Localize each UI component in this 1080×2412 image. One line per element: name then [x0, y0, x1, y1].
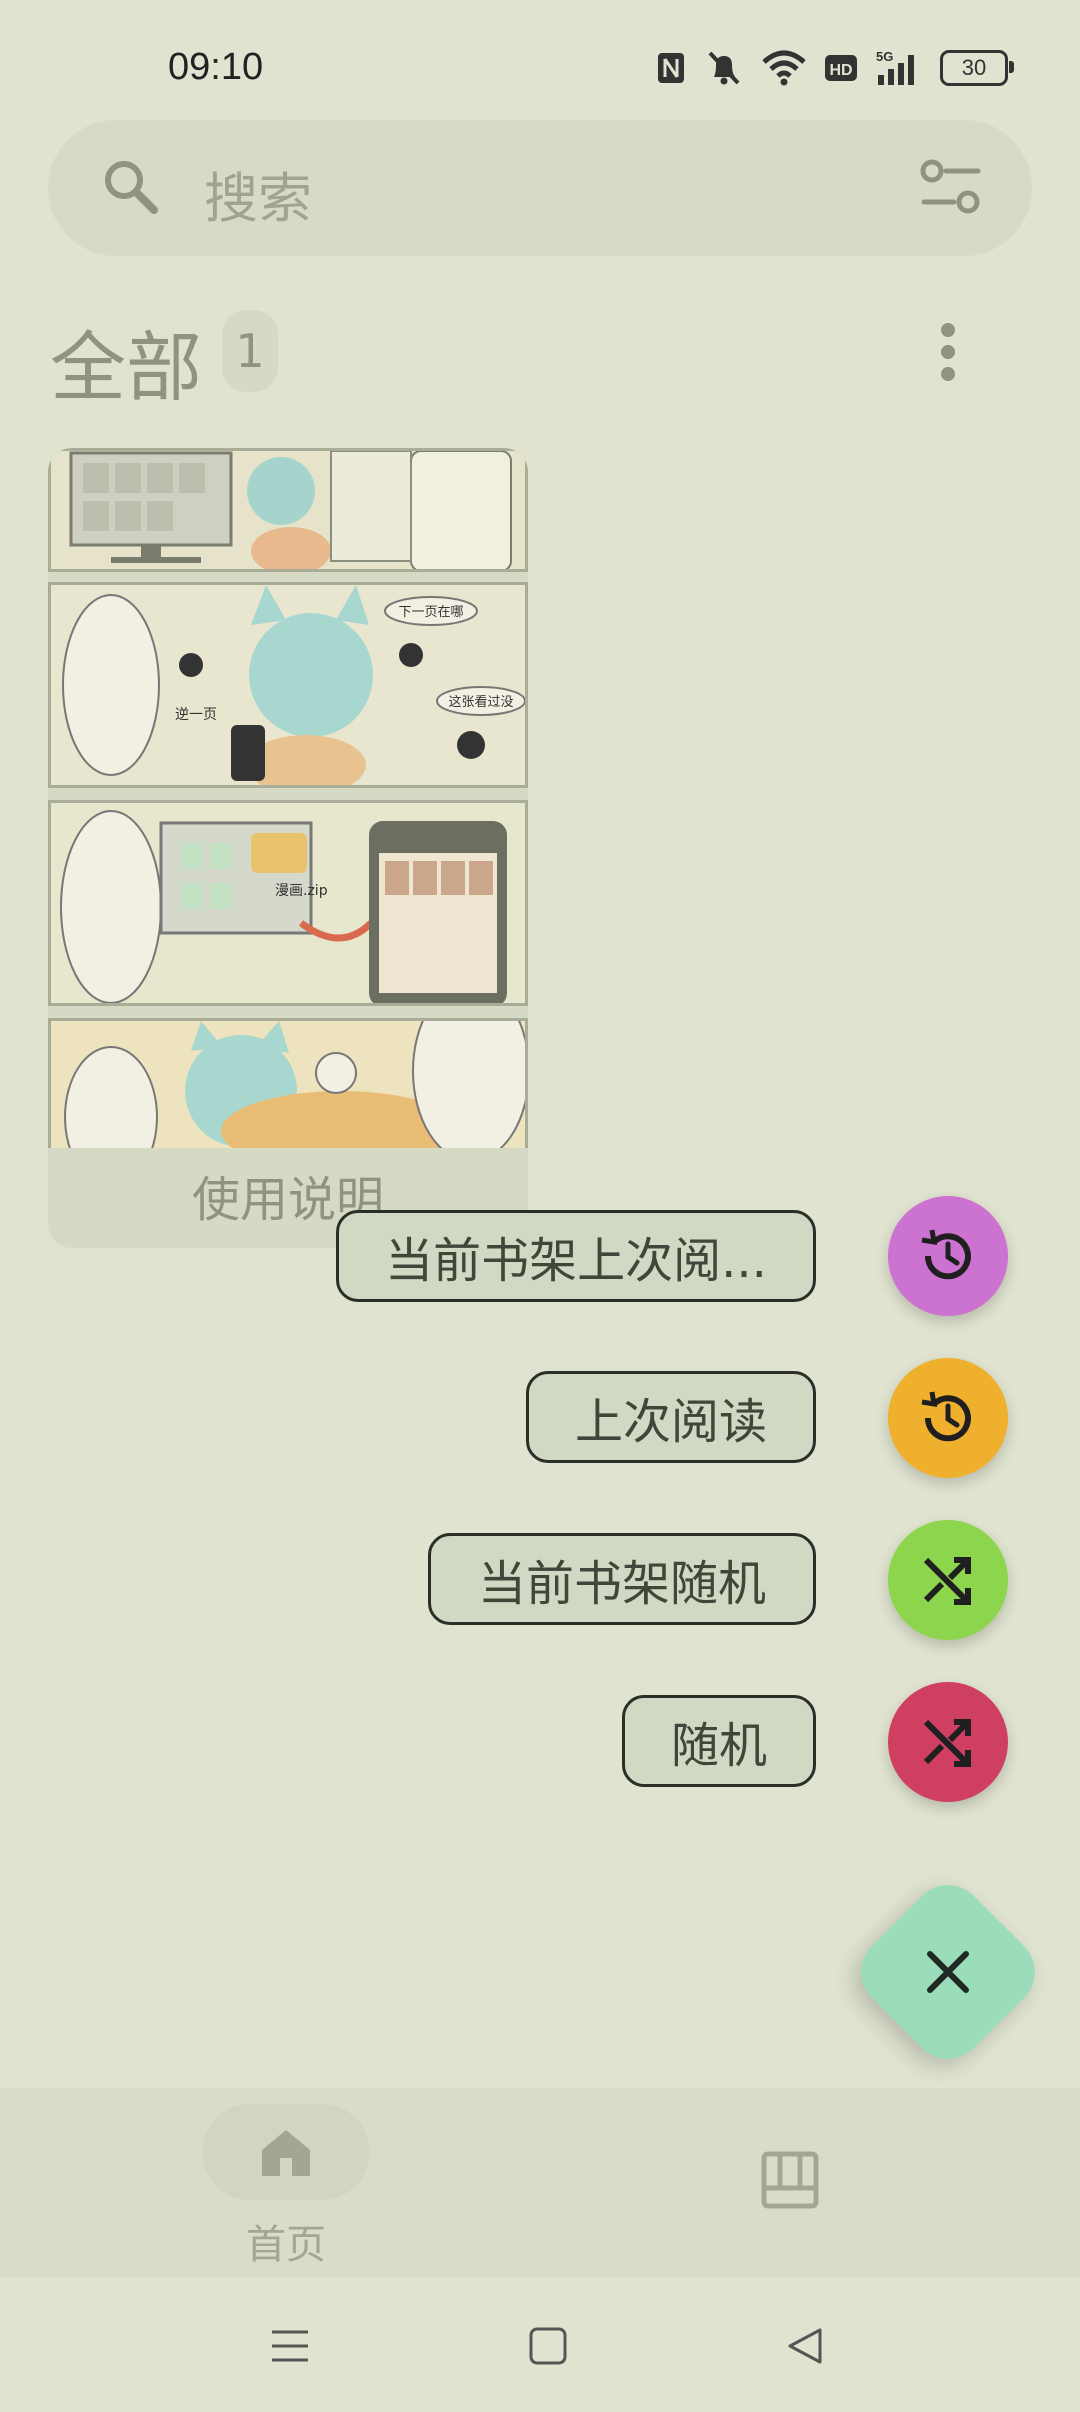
search-icon [105, 161, 158, 214]
fab-label-shelf-random[interactable]: 当前书架随机 [428, 1533, 816, 1625]
menu-icon[interactable] [270, 2326, 310, 2366]
wifi-icon [762, 50, 806, 86]
battery-indicator: 30 [940, 50, 1014, 86]
svg-text:5G: 5G [876, 49, 893, 64]
fab-close-area[interactable] [876, 1900, 1020, 2044]
signal-5g-icon: 5G [876, 49, 914, 85]
history-icon [921, 1391, 971, 1442]
cover-bubble-1: 下一页在哪 [398, 605, 463, 620]
cover-panel-4 [48, 1018, 528, 1148]
search-input[interactable]: 搜索 [204, 154, 312, 233]
bookshelf-icon[interactable] [760, 2150, 820, 2210]
nav-home-button[interactable] [202, 2104, 370, 2200]
home-icon [262, 2130, 310, 2176]
cover-file-text: 漫画.zip [275, 883, 328, 899]
shuffle-icon [923, 1719, 971, 1767]
fab-label-last-read[interactable]: 上次阅读 [526, 1371, 816, 1463]
close-icon [927, 1951, 969, 1993]
svg-text:HD: HD [829, 62, 852, 79]
bottom-navigation [0, 2088, 1080, 2278]
search-bar[interactable]: 搜索 [48, 120, 1032, 256]
history-icon [921, 1229, 971, 1280]
nav-home-label[interactable]: 首页 [202, 2212, 370, 2270]
cover-panel-3: 漫画.zip [48, 800, 528, 1006]
fab-random-button[interactable] [888, 1682, 1008, 1802]
nfc-icon [658, 53, 684, 83]
cover-panel-2: 下一页在哪 这张看过没 逆一页 [48, 582, 528, 788]
cover-bubble-2: 这张看过没 [448, 694, 513, 710]
cover-panel-1 [48, 448, 528, 572]
system-navigation [0, 2290, 1080, 2412]
fab-shelf-last-read-button[interactable] [888, 1196, 1008, 1316]
bell-muted-icon [708, 51, 740, 85]
fab-label-shelf-last-read[interactable]: 当前书架上次阅... [336, 1210, 816, 1302]
cover-side-text: 逆一页 [175, 707, 217, 723]
back-icon[interactable] [786, 2326, 826, 2366]
home-square-icon[interactable] [528, 2326, 568, 2366]
filter-icon[interactable] [920, 158, 982, 216]
fab-last-read-button[interactable] [888, 1358, 1008, 1478]
book-card[interactable]: 下一页在哪 这张看过没 逆一页 漫画.zip [48, 448, 528, 1248]
shuffle-icon [923, 1557, 971, 1605]
hd-icon: HD [825, 55, 857, 81]
shelf-count-badge: 1 [222, 310, 278, 392]
more-vert-icon[interactable] [940, 322, 956, 382]
status-icons: HD 5G 30 [656, 48, 1014, 88]
fab-shelf-random-button[interactable] [888, 1520, 1008, 1640]
fab-label-random[interactable]: 随机 [622, 1695, 816, 1787]
shelf-title: 全部 [50, 323, 202, 412]
status-time: 09:10 [168, 46, 264, 88]
